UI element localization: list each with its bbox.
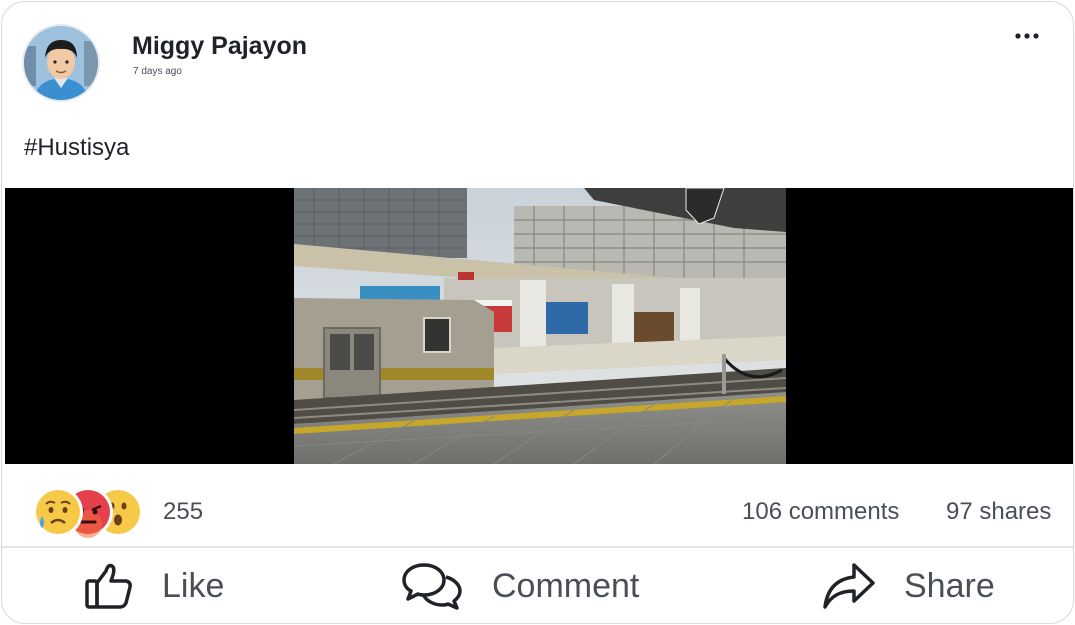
train-station-image (294, 188, 786, 464)
share-label: Share (904, 566, 995, 605)
reaction-icons (33, 487, 143, 538)
comment-bubbles-icon (402, 563, 462, 610)
action-bar: Like Comment Share (2, 548, 1073, 623)
like-button[interactable]: Like (84, 548, 225, 623)
post-media[interactable] (5, 188, 1073, 464)
video-frame[interactable] (294, 188, 786, 464)
avatar-illustration (24, 26, 98, 100)
reaction-count[interactable]: 255 (163, 498, 203, 526)
more-horizontal-icon (1015, 33, 1039, 39)
comment-button[interactable]: Comment (402, 548, 640, 623)
post-card: Miggy Pajayon 7 days ago #Hustisya 255 1… (1, 1, 1074, 624)
like-label: Like (162, 566, 225, 605)
comments-count[interactable]: 106 comments (742, 498, 899, 526)
post-timestamp[interactable]: 7 days ago (133, 66, 182, 77)
shares-count[interactable]: 97 shares (946, 498, 1051, 526)
share-arrow-icon (823, 563, 875, 609)
sad-emoji-icon (33, 487, 83, 537)
post-stats: 255 106 comments 97 shares (2, 478, 1073, 546)
share-button[interactable]: Share (822, 548, 995, 623)
more-options-button[interactable] (1013, 26, 1043, 46)
post-text[interactable]: #Hustisya (24, 134, 129, 162)
author-name[interactable]: Miggy Pajayon (132, 32, 307, 61)
thumbs-up-icon (85, 563, 132, 609)
reaction-summary[interactable] (28, 482, 148, 540)
comment-label: Comment (492, 566, 640, 605)
author-avatar[interactable] (24, 26, 98, 100)
